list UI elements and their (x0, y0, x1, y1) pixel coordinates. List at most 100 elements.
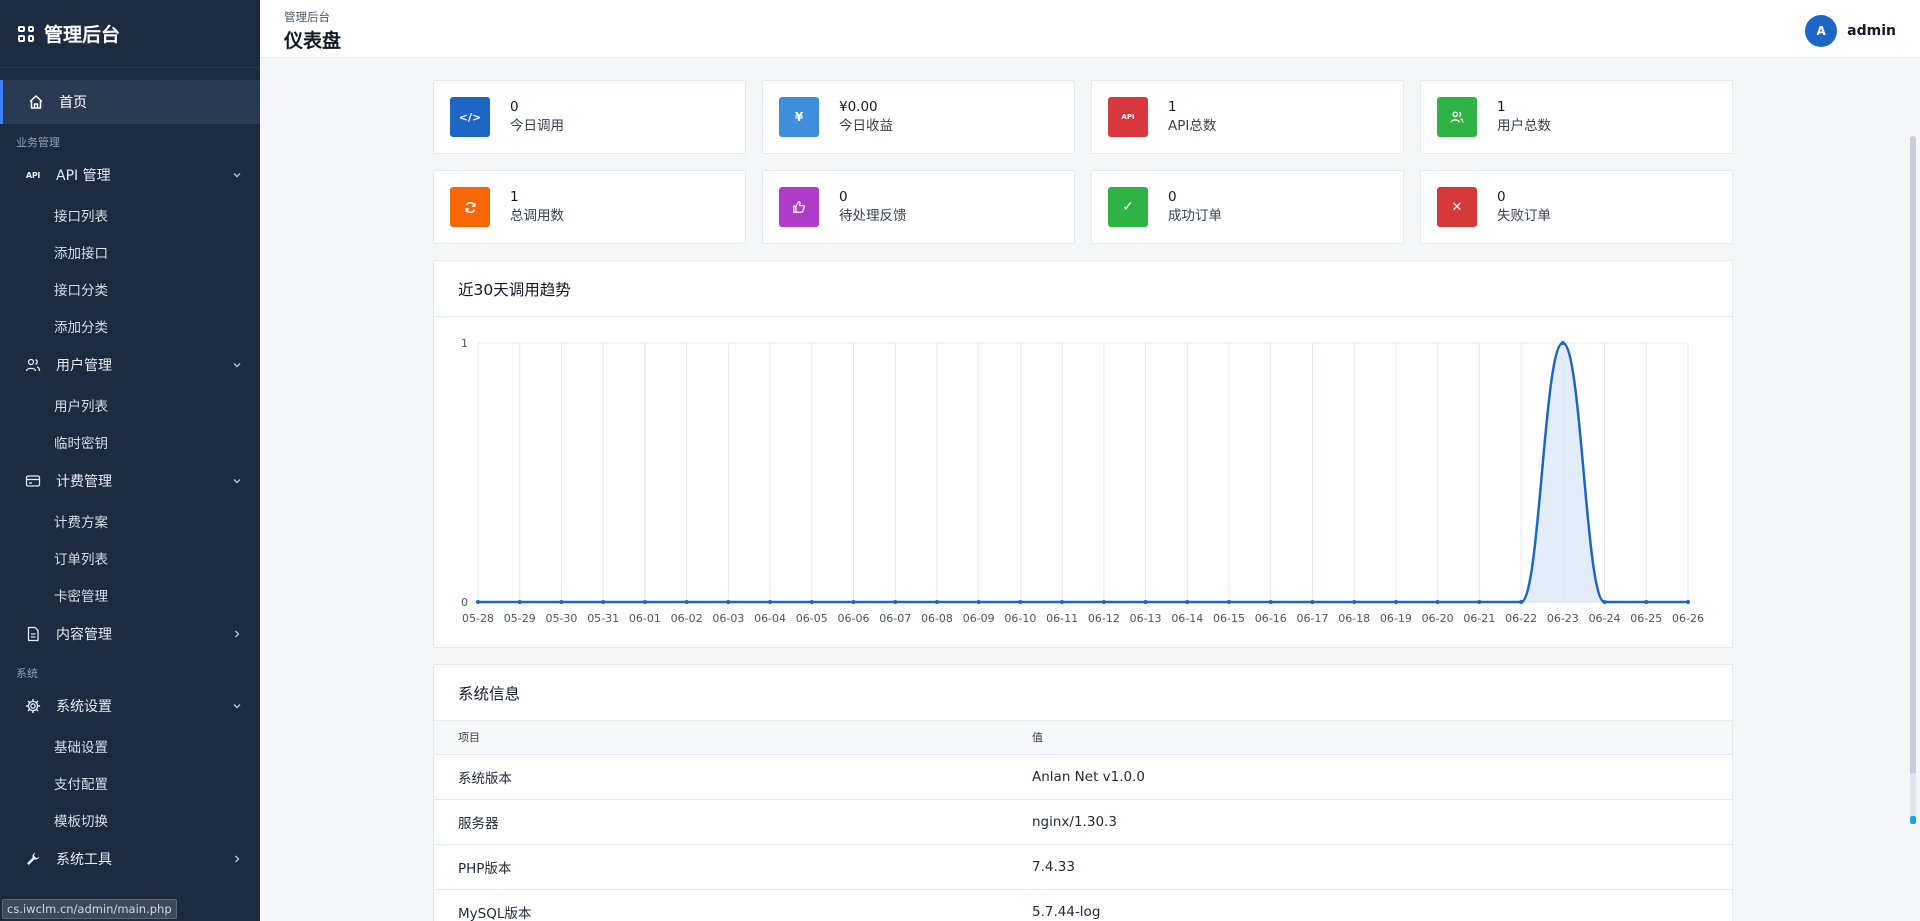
chart-x-tick-label: 06-10 (1004, 612, 1036, 625)
sidebar-item-label: 首页 (59, 95, 87, 111)
chart-y-tick-label: 1 (461, 337, 468, 350)
api-icon-glyph: API (1121, 113, 1135, 121)
chart-x-tick-label: 06-05 (796, 612, 828, 625)
column-header-item: 项目 (434, 721, 1032, 755)
sidebar-item-basic-settings[interactable]: 基础设置 (0, 727, 260, 764)
stat-value: 0 (839, 189, 848, 205)
table-row: 系统版本 Anlan Net v1.0.0 (434, 754, 1732, 800)
sidebar-group-settings[interactable]: 系统设置 (0, 685, 260, 727)
sidebar-group-users[interactable]: 用户管理 (0, 344, 260, 386)
stat-label: 失败订单 (1497, 208, 1551, 224)
page-title: 仪表盘 (284, 30, 342, 52)
section-title-business: 业务管理 (16, 136, 60, 149)
chevron-down-icon (230, 699, 244, 713)
sidebar-group-label: 用户管理 (56, 358, 112, 374)
chart-data-point (559, 600, 564, 604)
thumbs-up-icon (779, 187, 819, 227)
username[interactable]: admin (1847, 23, 1896, 39)
brand-title: 管理后台 (44, 24, 121, 46)
table-row: PHP版本 7.4.33 (434, 844, 1732, 890)
chart-data-point (684, 600, 689, 604)
chart-data-point (1143, 600, 1148, 604)
chart-x-tick-label: 05-28 (462, 612, 494, 625)
avatar[interactable]: A (1805, 15, 1838, 47)
x-icon-glyph: ✕ (1451, 199, 1463, 215)
table-cell: 5.7.44-log (1032, 889, 1732, 921)
sidebar-item-temp-keys[interactable]: 临时密钥 (0, 423, 260, 460)
brand[interactable]: 管理后台 (0, 0, 260, 68)
users-icon (24, 356, 42, 374)
stat-card-pending-feedback: 0 待处理反馈 (762, 170, 1075, 244)
chart-x-tick-label: 06-02 (671, 612, 703, 625)
trend-chart-svg: 0 1 05-28 05-29 05-30 05-31 06-01 06-02 06-03 06-… (461, 337, 1704, 625)
chart-data-point (476, 600, 480, 604)
table-row: 服务器 nginx/1.30.3 (434, 799, 1732, 845)
stat-label: 今日收益 (839, 118, 893, 134)
table-cell: 服务器 (434, 799, 1032, 845)
sidebar-item-home[interactable]: 首页 (0, 80, 260, 124)
stat-value: 1 (1497, 99, 1506, 115)
chart-x-tick-label: 05-31 (587, 612, 619, 625)
chevron-right-icon (230, 852, 244, 866)
card-icon (24, 472, 42, 490)
sidebar-item-user-list[interactable]: 用户列表 (0, 386, 260, 423)
chart-x-tick-label: 06-16 (1255, 612, 1287, 625)
stat-card-api-total: API 1 API总数 (1091, 80, 1404, 154)
chart-data-point (1227, 600, 1232, 604)
chart-x-tick-label: 06-20 (1422, 612, 1454, 625)
sidebar-group-content[interactable]: 内容管理 (0, 613, 260, 655)
sidebar-item-api-category[interactable]: 接口分类 (0, 270, 260, 307)
chart-x-tick-label: 06-04 (754, 612, 786, 625)
sidebar-group-api[interactable]: API API 管理 (0, 154, 260, 196)
sidebar-item-billing-plans[interactable]: 计费方案 (0, 502, 260, 539)
stat-label: 待处理反馈 (839, 208, 907, 224)
chart-x-tick-label: 06-14 (1171, 612, 1203, 625)
stat-card-total-calls: 1 总调用数 (433, 170, 746, 244)
chart-data-point (1393, 600, 1398, 604)
table-header-row: 项目 值 (434, 721, 1732, 755)
table-cell: 系统版本 (434, 754, 1032, 800)
sidebar-item-api-add[interactable]: 添加接口 (0, 233, 260, 270)
table-cell: PHP版本 (434, 844, 1032, 890)
refresh-icon (450, 187, 490, 227)
sidebar-item-api-list[interactable]: 接口列表 (0, 196, 260, 233)
stat-label: 今日调用 (510, 118, 564, 134)
chart-x-tick-label: 06-15 (1213, 612, 1245, 625)
users-icon (1437, 97, 1477, 137)
section-title-system: 系统 (16, 667, 38, 680)
sidebar-item-category-add[interactable]: 添加分类 (0, 307, 260, 344)
stat-label: API总数 (1168, 118, 1217, 134)
sidebar-item-card-keys[interactable]: 卡密管理 (0, 576, 260, 613)
sidebar-group-tools[interactable]: 系统工具 (0, 838, 260, 880)
breadcrumb[interactable]: 管理后台 (284, 9, 330, 25)
sidebar-group-label: 系统设置 (56, 699, 112, 715)
chart-data-point (976, 600, 981, 604)
sidebar-item-template-switch[interactable]: 模板切换 (0, 801, 260, 838)
stat-value: 0 (1168, 189, 1177, 205)
stat-label: 成功订单 (1168, 208, 1222, 224)
chart-x-tick-label: 05-29 (504, 612, 536, 625)
chart-x-tick-label: 05-30 (545, 612, 577, 625)
trend-chart: 0 1 05-28 05-29 05-30 05-31 06-01 06-02 06-03 06-… (434, 317, 1732, 647)
user-menu[interactable]: A admin (1805, 15, 1896, 47)
chart-data-point (934, 600, 939, 604)
code-icon: </> (450, 97, 490, 137)
sidebar-group-billing[interactable]: 计费管理 (0, 460, 260, 502)
chart-data-point (1310, 600, 1315, 604)
chart-data-point (517, 600, 522, 604)
scrollbar-thumb[interactable] (1910, 136, 1916, 776)
stat-label: 用户总数 (1497, 118, 1551, 134)
chart-data-point (809, 600, 814, 604)
chart-x-tick-label: 06-22 (1505, 612, 1537, 625)
page-scrollbar[interactable] (1904, 58, 1920, 921)
trend-title: 近30天调用趋势 (434, 261, 1732, 317)
sidebar-item-order-list[interactable]: 订单列表 (0, 539, 260, 576)
sidebar-item-payment-config[interactable]: 支付配置 (0, 764, 260, 801)
sidebar-group-label: 内容管理 (56, 627, 112, 643)
gear-icon (24, 697, 42, 715)
chart-x-tick-label: 06-06 (838, 612, 870, 625)
stat-value: 1 (510, 189, 519, 205)
api-icon-label: API (25, 170, 41, 180)
yen-icon-glyph: ¥ (794, 110, 804, 124)
document-icon (24, 625, 42, 643)
